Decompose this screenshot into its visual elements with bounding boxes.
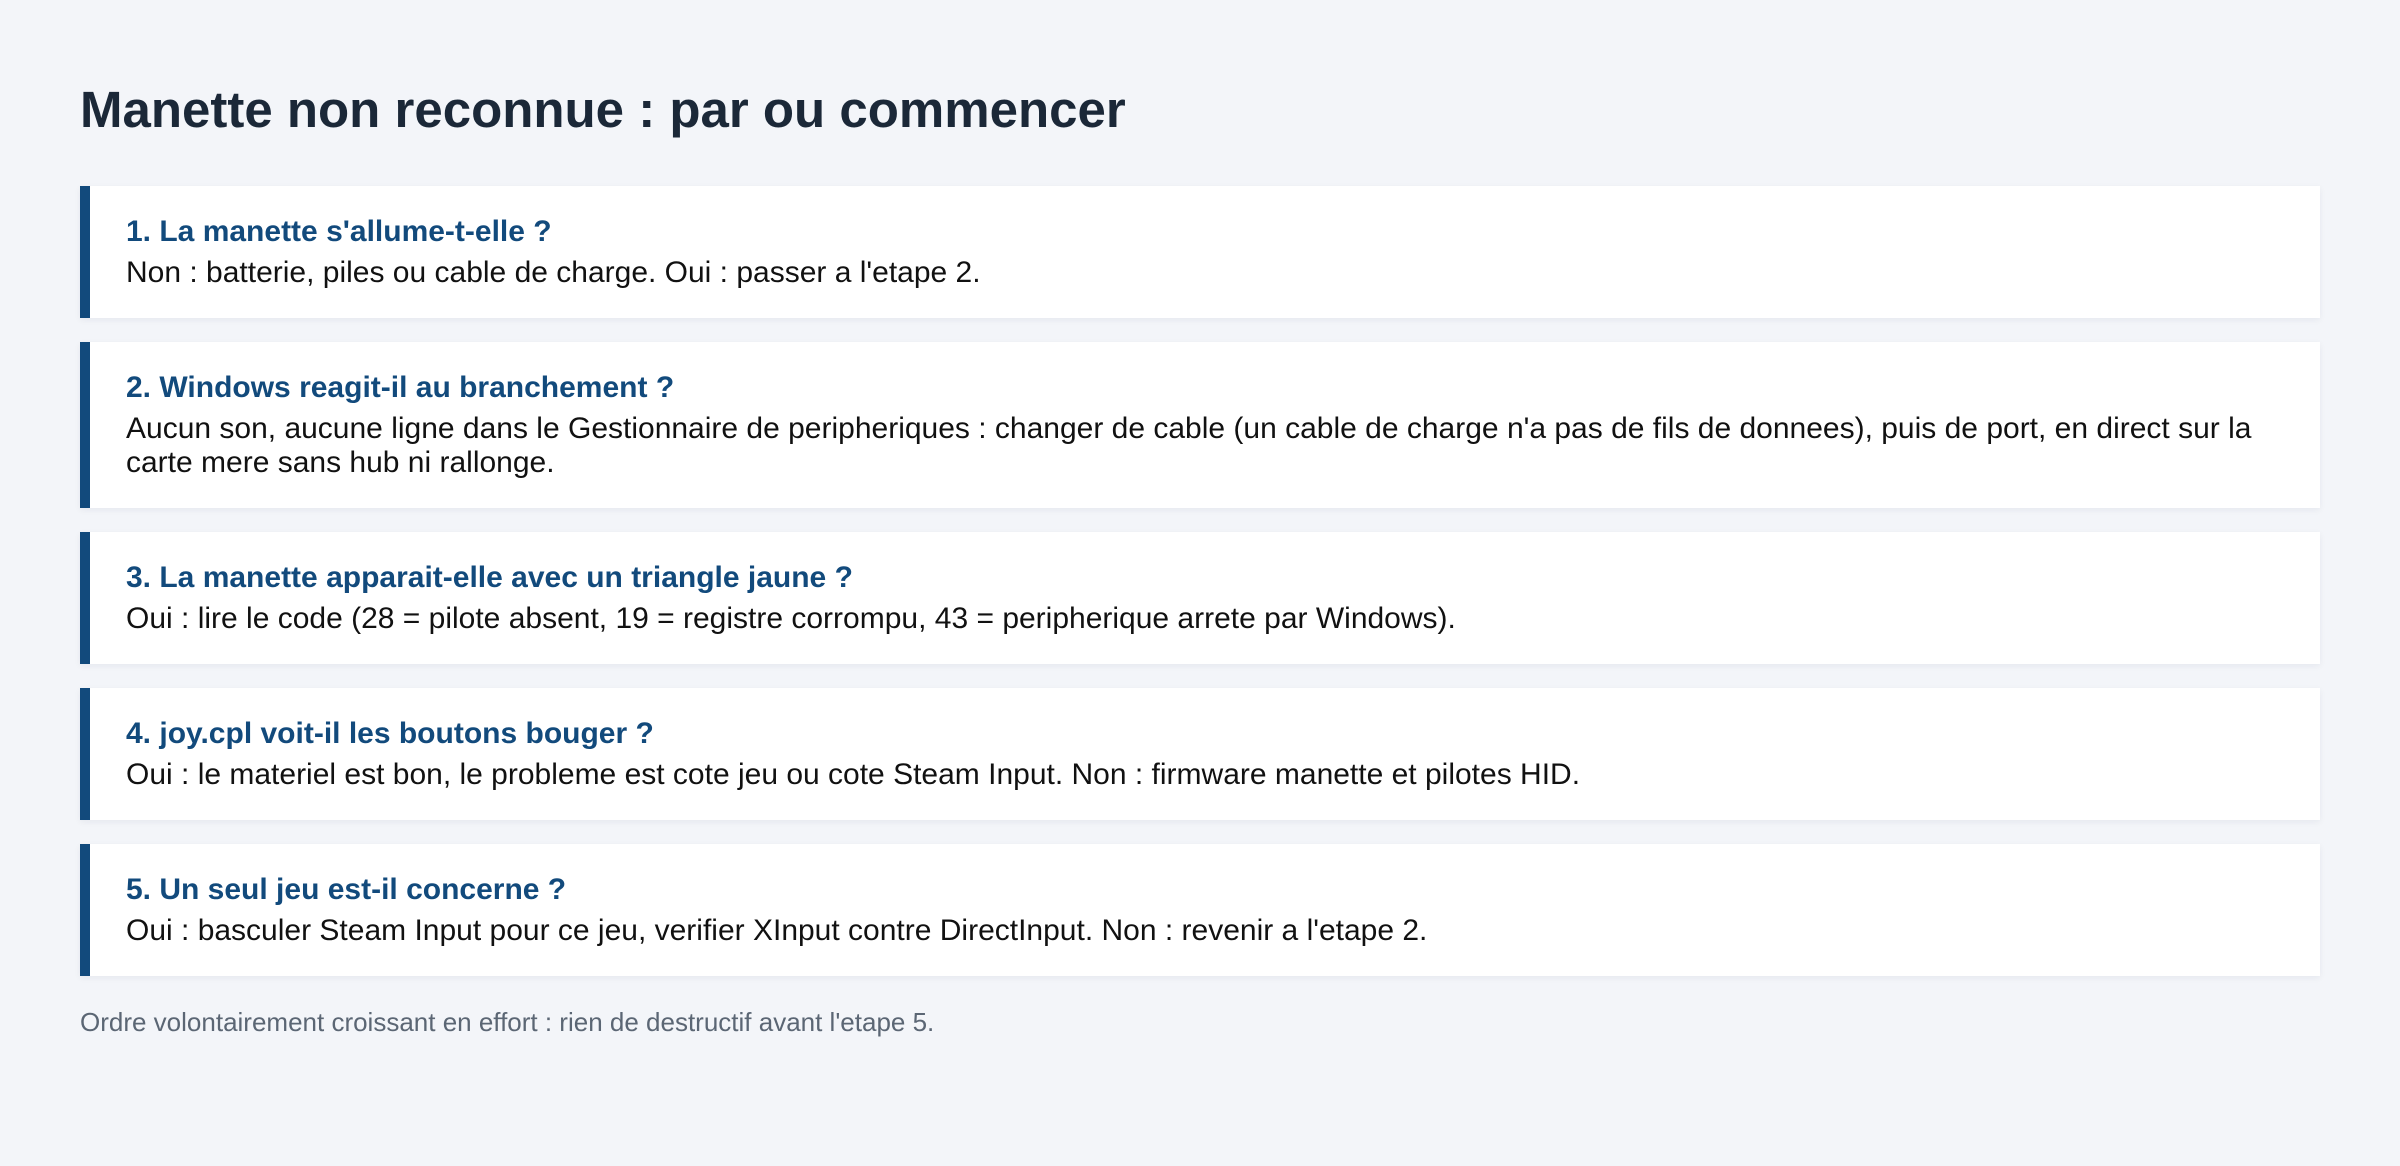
step-card-1: 1. La manette s'allume-t-elle ? Non : ba… — [80, 186, 2320, 318]
page-title: Manette non reconnue : par ou commencer — [80, 81, 1126, 138]
step-heading: 5. Un seul jeu est-il concerne ? — [126, 873, 567, 906]
step-body: Non : batterie, piles ou cable de charge… — [126, 256, 981, 289]
step-card-2: 2. Windows reagit-il au branchement ? Au… — [80, 342, 2320, 508]
footnote: Ordre volontairement croissant en effort… — [80, 1007, 935, 1037]
step-body: Aucun son, aucune ligne dans le Gestionn… — [126, 412, 2252, 479]
step-card-4: 4. joy.cpl voit-il les boutons bouger ? … — [80, 688, 2320, 820]
step-card-3: 3. La manette apparait-elle avec un tria… — [80, 532, 2320, 664]
step-heading: 2. Windows reagit-il au branchement ? — [126, 371, 675, 404]
step-body: Oui : le materiel est bon, le probleme e… — [126, 758, 1581, 791]
step-heading: 3. La manette apparait-elle avec un tria… — [126, 561, 853, 594]
step-body: Oui : basculer Steam Input pour ce jeu, … — [126, 914, 1428, 947]
step-card-5: 5. Un seul jeu est-il concerne ? Oui : b… — [80, 844, 2320, 976]
step-body: Oui : lire le code (28 = pilote absent, … — [126, 602, 1456, 635]
step-heading: 4. joy.cpl voit-il les boutons bouger ? — [126, 717, 654, 750]
step-heading: 1. La manette s'allume-t-elle ? — [126, 215, 552, 248]
